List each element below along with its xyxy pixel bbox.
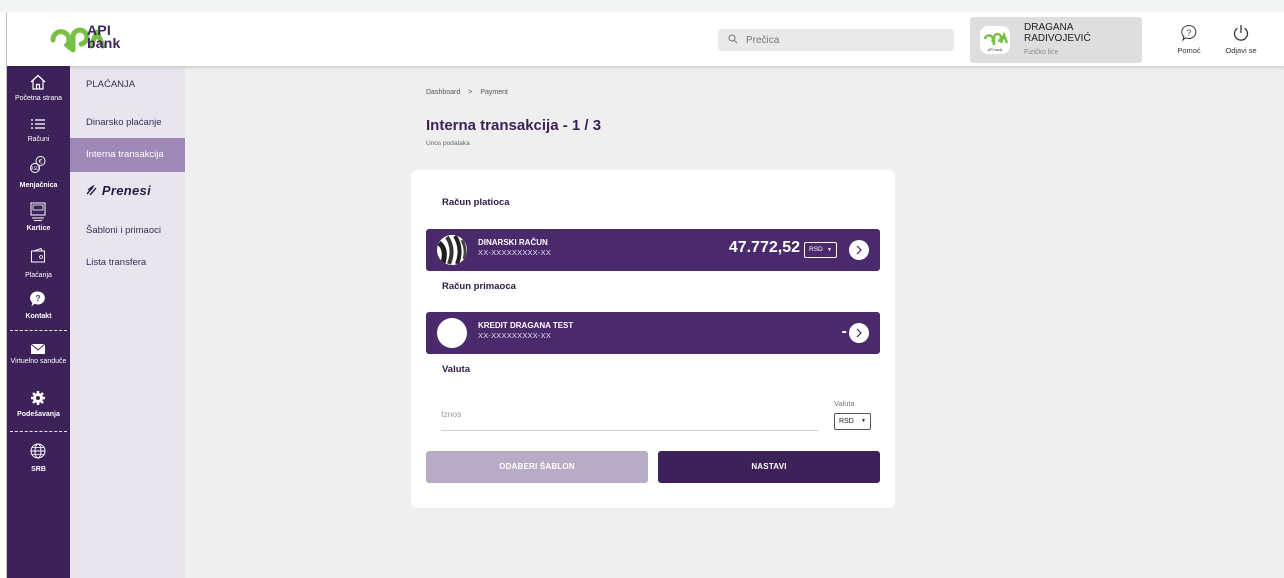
rail-item-cards[interactable]: Kartice	[7, 198, 70, 238]
search-icon	[728, 34, 738, 44]
logo-line-bank: bank	[87, 35, 121, 51]
chat-icon: ?	[30, 291, 45, 307]
recipient-select-button[interactable]	[849, 323, 869, 343]
recipient-account-row[interactable]: KREDIT DRAGANA TEST XX-XXXXXXXXX-XX -	[426, 312, 880, 354]
rail-label-payments: Plaćanja	[25, 272, 52, 279]
payments-submenu: PLAĆANJA Dinarsko plaćanje Interna trans…	[70, 66, 185, 578]
rail-item-contact[interactable]: ? Kontakt	[7, 287, 70, 327]
rail-label-language: SRB	[31, 466, 46, 473]
submenu-item-templates[interactable]: Šabloni i primaoci	[70, 214, 185, 248]
main-content: Dashboard > Payment Interna transakcija - …	[185, 66, 1284, 578]
gear-icon	[31, 391, 45, 405]
breadcrumb-payment[interactable]: Payment	[480, 89, 508, 96]
svg-text:API bank: API bank	[988, 48, 1003, 52]
prenesi-label: Prenesi	[101, 183, 151, 198]
submenu-item-internal-transaction[interactable]: Interna transakcija	[70, 138, 185, 172]
breadcrumb-separator: >	[468, 89, 473, 96]
choose-template-button[interactable]: ODABERI ŠABLON	[426, 451, 648, 483]
prenesi-link[interactable]: Prenesi	[86, 183, 151, 198]
rail-item-mailbox[interactable]: Virtuelno sanduče	[7, 338, 70, 378]
prenesi-logo-icon	[86, 184, 97, 196]
chevron-down-icon: ▼	[861, 418, 866, 424]
submenu-item-dinar-payment[interactable]: Dinarsko plaćanje	[70, 106, 185, 140]
payments-icon	[31, 247, 45, 263]
rail-label-accounts: Računi	[27, 136, 50, 143]
svg-text:?: ?	[36, 294, 41, 303]
amount-input-underline	[441, 430, 818, 431]
currency-select[interactable]: RSD ▼	[834, 413, 871, 430]
user-avatar-logo-icon: API bank	[980, 26, 1010, 54]
breadcrumb: Dashboard > Payment	[426, 89, 508, 96]
page-subtitle: Unos podataka	[426, 140, 470, 147]
user-role: Fizičko lice	[1024, 49, 1059, 56]
rail-item-exchange[interactable]: € RSD Menjačnica	[7, 152, 70, 192]
chevron-right-icon	[856, 328, 862, 338]
rail-divider	[10, 330, 67, 331]
rail-label-mailbox: Virtuelno sanduče	[7, 358, 70, 366]
logout-label: Odjavi se	[1225, 46, 1257, 55]
submenu-item-transfer-list[interactable]: Lista transfera	[70, 246, 185, 280]
recipient-avatar	[437, 318, 467, 348]
transaction-form-card: Račun platioca DINARSKI RAČUN XX-XXXXXXX…	[411, 170, 895, 508]
rail-item-settings[interactable]: Podešavanja	[7, 386, 70, 426]
shortcut-search[interactable]	[718, 29, 954, 51]
browser-strip	[0, 0, 1284, 12]
chevron-right-icon	[856, 245, 862, 255]
rail-label-mailbox-text: Virtuelno sanduče	[10, 358, 67, 365]
payer-currency-value: RSD	[809, 246, 823, 253]
currency-field-label: Valuta	[834, 399, 855, 408]
help-label: Pomoć	[1177, 46, 1201, 55]
top-header: API bank API bank DRAGANA RADIVOJEVIĆ Fi…	[7, 12, 1284, 66]
rail-item-home[interactable]: Početna strana	[7, 70, 70, 110]
rail-item-accounts[interactable]: Računi	[7, 112, 70, 152]
rail-item-language[interactable]: SRB	[7, 439, 70, 479]
payer-select-button[interactable]	[849, 240, 869, 260]
list-icon	[31, 119, 45, 129]
recipient-account-name: KREDIT DRAGANA TEST	[478, 321, 574, 330]
user-profile[interactable]: API bank DRAGANA RADIVOJEVIĆ Fizičko lic…	[970, 17, 1142, 63]
account-avatar-icon	[437, 235, 467, 265]
app-frame: API bank API bank DRAGANA RADIVOJEVIĆ Fi…	[0, 0, 1284, 578]
recipient-balance: -	[841, 323, 847, 340]
exchange-icon: € RSD	[30, 156, 46, 173]
recipient-account-number: XX-XXXXXXXXX-XX	[478, 331, 552, 340]
card-icon	[30, 202, 46, 221]
continue-button[interactable]: NASTAVI	[658, 451, 880, 483]
rail-label-settings: Podešavanja	[17, 411, 60, 418]
globe-icon	[30, 443, 46, 459]
mail-icon	[30, 343, 46, 354]
amount-input[interactable]: Iznos	[441, 409, 461, 419]
logout-button[interactable]: Odjavi se	[1221, 20, 1261, 58]
search-input[interactable]	[746, 32, 946, 48]
svg-text:RSD: RSD	[31, 166, 39, 171]
rail-label-exchange: Menjačnica	[19, 182, 58, 189]
currency-section-label: Valuta	[442, 364, 470, 375]
help-button[interactable]: ? Pomoć	[1169, 20, 1209, 58]
payer-currency-select[interactable]: RSD ▼	[804, 242, 837, 258]
user-name: DRAGANA RADIVOJEVIĆ	[1024, 22, 1091, 44]
currency-select-value: RSD	[839, 418, 854, 425]
home-icon	[30, 74, 46, 90]
payer-account-name: DINARSKI RAČUN	[478, 238, 548, 247]
submenu-title: PLAĆANJA	[86, 79, 136, 90]
rail-label-contact: Kontakt	[25, 313, 52, 320]
payer-account-number: XX-XXXXXXXXX-XX	[478, 248, 552, 257]
svg-text:€: €	[39, 159, 43, 166]
logo-text: API bank	[87, 23, 121, 51]
svg-text:?: ?	[1187, 29, 1192, 38]
payer-account-row[interactable]: DINARSKI RAČUN XX-XXXXXXXXX-XX 47.772,52…	[426, 229, 880, 271]
recipient-section-label: Račun primaoca	[442, 281, 516, 292]
power-icon	[1233, 24, 1249, 41]
rail-label-cards: Kartice	[26, 225, 51, 232]
chevron-down-icon: ▼	[827, 247, 832, 253]
payer-balance: 47.772,52	[728, 239, 800, 256]
breadcrumb-dashboard[interactable]: Dashboard	[426, 89, 460, 96]
help-icon: ?	[1181, 24, 1197, 42]
page-title: Interna transakcija - 1 / 3	[426, 117, 602, 134]
payer-section-label: Račun platioca	[442, 197, 510, 208]
rail-label-home: Početna strana	[14, 95, 63, 102]
rail-item-payments[interactable]: Plaćanja	[7, 244, 70, 284]
rail-divider	[10, 431, 67, 432]
nav-rail: Početna strana Računi € RSD Menjačnica K…	[7, 66, 70, 578]
